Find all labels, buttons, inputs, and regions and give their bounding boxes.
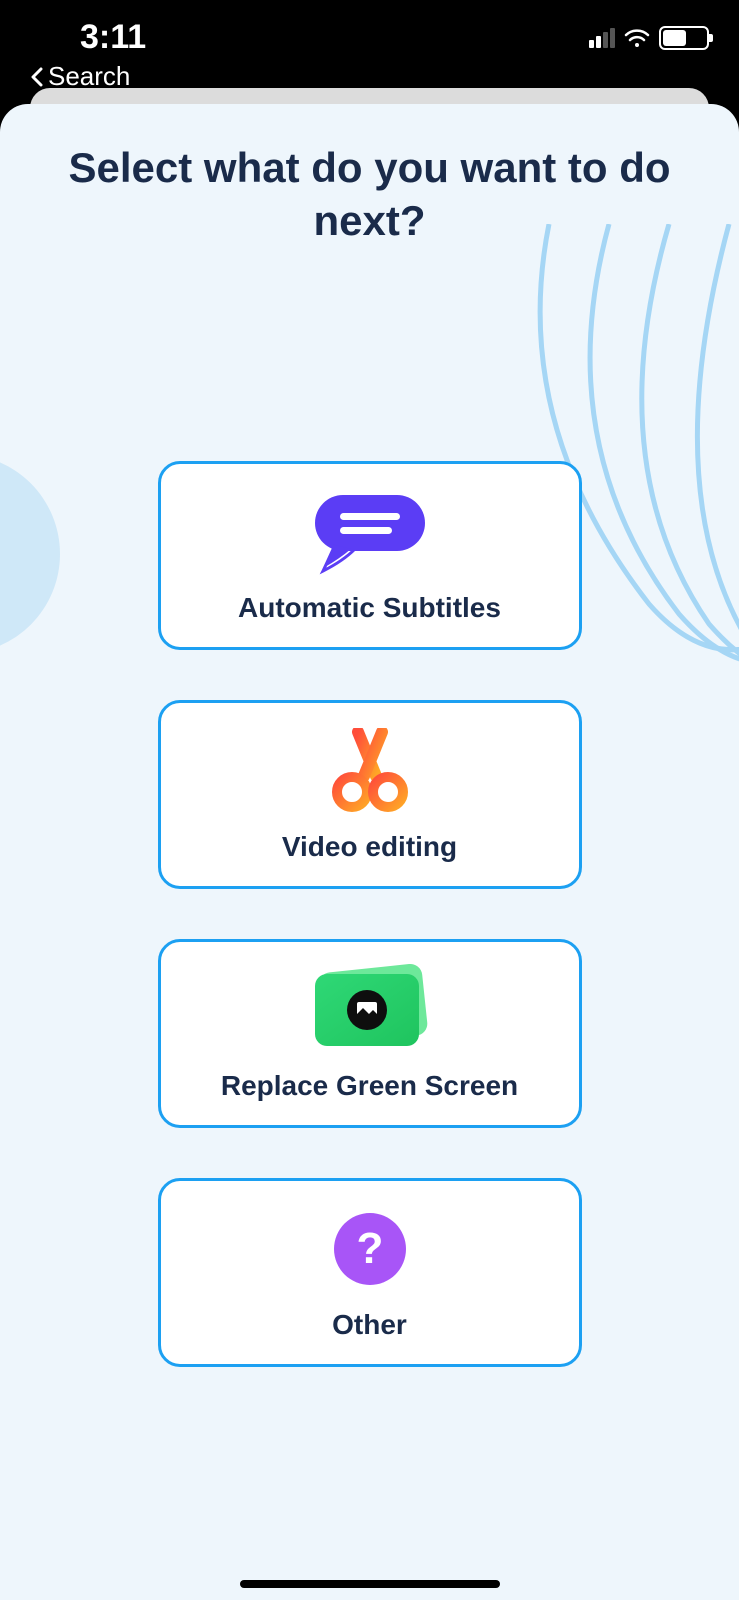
main-sheet: Select what do you want to do next? Auto…	[0, 104, 739, 1600]
option-label: Automatic Subtitles	[238, 592, 501, 624]
scissors-icon	[330, 727, 410, 815]
wifi-icon	[623, 27, 651, 49]
status-time: 3:11	[30, 18, 146, 57]
svg-text:?: ?	[356, 1224, 383, 1273]
home-indicator[interactable]	[240, 1580, 500, 1588]
option-other[interactable]: ? Other	[158, 1178, 582, 1367]
page-title: Select what do you want to do next?	[0, 104, 739, 247]
option-label: Other	[332, 1309, 407, 1341]
option-replace-green-screen[interactable]: Replace Green Screen	[158, 939, 582, 1128]
option-label: Replace Green Screen	[221, 1070, 518, 1102]
cellular-signal-icon	[589, 28, 615, 48]
option-video-editing[interactable]: Video editing	[158, 700, 582, 889]
option-label: Video editing	[282, 831, 457, 863]
options-list: Automatic Subtitles Video edi	[0, 461, 739, 1367]
option-automatic-subtitles[interactable]: Automatic Subtitles	[158, 461, 582, 650]
green-screen-icon	[305, 966, 435, 1054]
back-chevron-icon	[30, 67, 44, 87]
speech-bubble-icon	[305, 488, 435, 576]
battery-icon	[659, 26, 709, 50]
status-bar: 3:11 Search	[0, 0, 739, 88]
question-icon: ?	[332, 1205, 408, 1293]
